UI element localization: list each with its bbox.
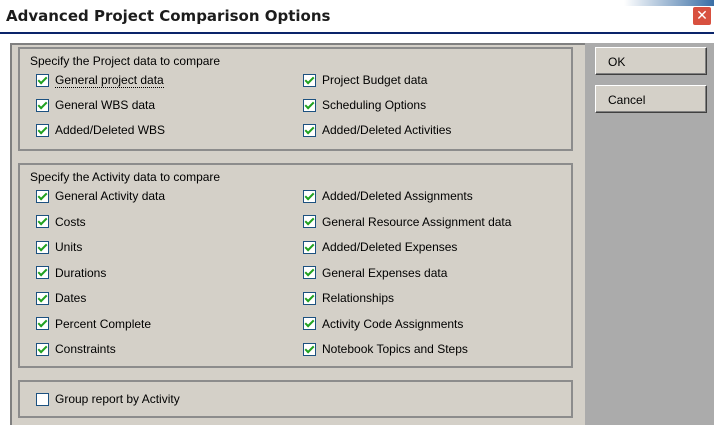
activity-left-checkbox[interactable]: Dates (36, 289, 86, 307)
checkbox-checked-icon[interactable] (36, 73, 49, 87)
checkbox-label: Scheduling Options (322, 98, 427, 112)
project-group-title: Specify the Project data to compare (30, 54, 221, 68)
checkbox-label: Constraints (55, 342, 116, 356)
activity-group-title: Specify the Activity data to compare (30, 170, 221, 184)
checkbox-checked-icon[interactable] (303, 342, 316, 356)
checkbox-checked-icon[interactable] (303, 317, 316, 330)
checkbox-label: Added/Deleted Assignments (322, 189, 473, 203)
checkbox-label: General Activity data (55, 189, 166, 203)
checkbox-label: Costs (55, 214, 86, 229)
activity-right-checkbox[interactable]: Added/Deleted Assignments (303, 187, 473, 205)
checkbox-checked-icon[interactable] (36, 98, 49, 112)
checkbox-label: Durations (55, 265, 107, 280)
checkbox-label: Project Budget data (322, 73, 428, 87)
project-right-checkbox[interactable]: Scheduling Options (303, 96, 426, 114)
title-bar: Advanced Project Comparison Options ✕ (0, 0, 714, 34)
checkbox-label: General project data (55, 72, 164, 88)
activity-right-checkbox[interactable]: General Expenses data (303, 264, 447, 282)
checkbox-label: General Expenses data (322, 265, 448, 280)
checkbox-label: Added/Deleted WBS (55, 123, 166, 137)
checkbox-label: Group report by Activity (55, 392, 180, 406)
checkbox-checked-icon[interactable] (36, 240, 49, 254)
activity-right-checkbox[interactable]: Relationships (303, 289, 394, 307)
activity-left-checkbox[interactable]: Costs (36, 213, 86, 231)
checkbox-checked-icon[interactable] (303, 215, 316, 228)
checkbox-label: Dates (55, 291, 87, 305)
checkbox-checked-icon[interactable] (303, 98, 316, 112)
checkbox-checked-icon[interactable] (303, 123, 316, 137)
checkbox-label: Notebook Topics and Steps (322, 342, 468, 356)
checkbox-label: Added/Deleted Expenses (322, 240, 458, 254)
checkbox-unchecked-icon[interactable] (36, 392, 49, 406)
project-left-checkbox[interactable]: Added/Deleted WBS (36, 121, 165, 139)
checkbox-checked-icon[interactable] (303, 291, 316, 305)
cancel-button[interactable]: Cancel (595, 85, 707, 113)
activity-right-checkbox[interactable]: Activity Code Assignments (303, 315, 463, 333)
activity-right-checkbox[interactable]: Notebook Topics and Steps (303, 340, 468, 358)
checkbox-label: Activity Code Assignments (322, 316, 464, 331)
checkbox-label: Percent Complete (55, 316, 152, 331)
checkbox-checked-icon[interactable] (303, 266, 316, 279)
project-right-checkbox[interactable]: Added/Deleted Activities (303, 121, 451, 139)
checkbox-checked-icon[interactable] (303, 189, 316, 203)
checkbox-checked-icon[interactable] (36, 291, 49, 305)
ok-button[interactable]: OK (595, 47, 707, 75)
checkbox-checked-icon[interactable] (36, 342, 49, 356)
checkbox-label: Added/Deleted Activities (322, 123, 452, 137)
project-left-checkbox[interactable]: General project data (36, 71, 164, 89)
checkbox-checked-icon[interactable] (303, 240, 316, 254)
checkbox-checked-icon[interactable] (36, 189, 49, 203)
project-right-checkbox[interactable]: Project Budget data (303, 71, 427, 89)
activity-left-checkbox[interactable]: Constraints (36, 340, 116, 358)
project-left-checkbox[interactable]: General WBS data (36, 96, 155, 114)
checkbox-label: Units (55, 240, 83, 254)
activity-left-checkbox[interactable]: Units (36, 238, 82, 256)
window-title: Advanced Project Comparison Options (6, 7, 331, 25)
checkbox-checked-icon[interactable] (36, 266, 49, 279)
activity-right-checkbox[interactable]: Added/Deleted Expenses (303, 238, 457, 256)
activity-left-checkbox[interactable]: Durations (36, 264, 106, 282)
checkbox-checked-icon[interactable] (36, 215, 49, 228)
checkbox-checked-icon[interactable] (303, 73, 316, 87)
checkbox-label: Relationships (322, 291, 395, 305)
activity-left-checkbox[interactable]: Percent Complete (36, 315, 151, 333)
checkbox-checked-icon[interactable] (36, 123, 49, 137)
comparison-options-dialog: Advanced Project Comparison Options ✕ Sp… (0, 0, 714, 425)
group-report-checkbox[interactable]: Group report by Activity (36, 390, 180, 408)
checkbox-label: General WBS data (55, 98, 156, 112)
checkbox-label: General Resource Assignment data (322, 214, 512, 229)
activity-right-checkbox[interactable]: General Resource Assignment data (303, 213, 511, 231)
activity-left-checkbox[interactable]: General Activity data (36, 187, 165, 205)
checkbox-checked-icon[interactable] (36, 317, 49, 330)
close-icon[interactable]: ✕ (692, 6, 712, 26)
